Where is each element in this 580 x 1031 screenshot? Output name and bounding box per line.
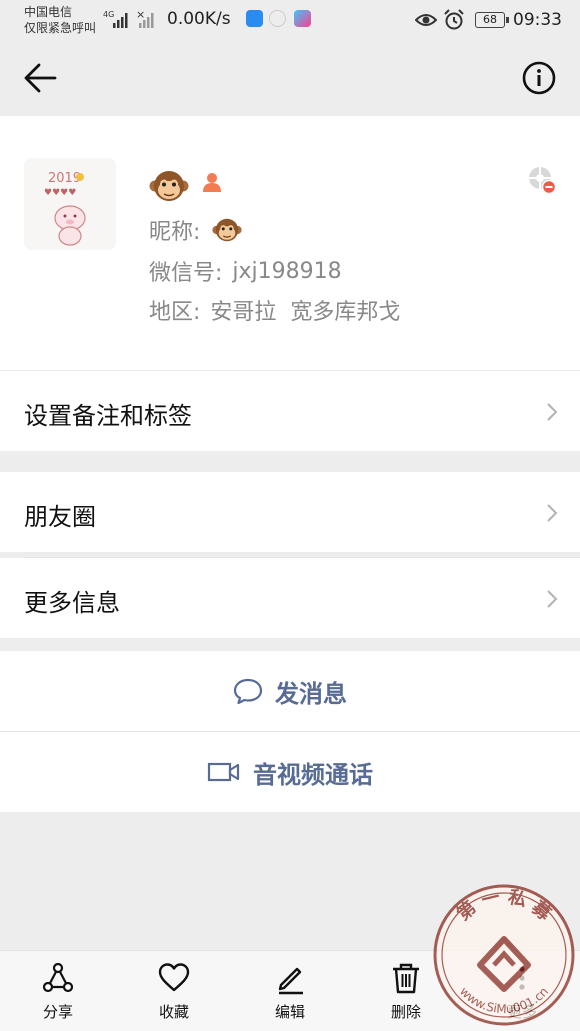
blocked-moments-icon (529, 167, 556, 194)
region-label: 地区: (149, 300, 201, 325)
share-icon (42, 962, 74, 993)
watermark-top-text: 第 一 私 募 (453, 887, 556, 926)
carrier-name: 中国电信 (24, 5, 73, 19)
battery-indicator: 68 (475, 12, 509, 28)
more-info-row[interactable]: 更多信息 (0, 558, 580, 638)
more-dots-icon (519, 966, 525, 990)
carrier-status: 仅限紧急呼叫 (24, 21, 97, 35)
status-bar: 中国电信 仅限紧急呼叫 4G × 0.00K/s 68 09:33 (0, 0, 580, 40)
svg-text:♥♥♥♥: ♥♥♥♥ (44, 188, 76, 198)
clock: 09:33 (513, 10, 562, 30)
video-camera-icon (207, 762, 240, 782)
pencil-icon (278, 967, 303, 995)
more-info-label: 更多信息 (24, 589, 120, 617)
name-row (149, 166, 223, 206)
chevron-right-icon (547, 403, 558, 421)
set-remarks-row[interactable]: 设置备注和标签 (0, 371, 580, 451)
region-value: 安哥拉 宽多库邦戈 (210, 300, 401, 325)
bottom-toolbar: 分享 收藏 编辑 删除 更多 (0, 950, 580, 1031)
avatar-image: 2019 ♥♥♥♥ (24, 158, 116, 250)
shield-app-icon (246, 10, 263, 27)
share-button[interactable]: 分享 (18, 961, 98, 1022)
favorite-label: 收藏 (158, 1003, 189, 1021)
monkey-face-icon (149, 171, 189, 201)
info-circle-icon[interactable] (521, 60, 557, 96)
delete-label: 删除 (390, 1003, 421, 1021)
svg-text:×: × (136, 9, 145, 21)
nickname-row: 昵称: (149, 214, 243, 246)
nav-bar (0, 40, 580, 116)
trash-icon (393, 963, 419, 994)
nickname-label: 昵称: (149, 220, 201, 245)
avatar[interactable]: 2019 ♥♥♥♥ (24, 158, 116, 250)
wechat-id-value: jxj198918 (232, 258, 342, 284)
eye-icon (415, 14, 437, 26)
alarm-icon (444, 9, 464, 30)
status-right: 68 09:33 (415, 8, 580, 32)
edit-label: 编辑 (274, 1003, 305, 1021)
youku-app-icon (294, 10, 311, 27)
send-message-label: 发消息 (275, 679, 347, 708)
person-badge-icon (203, 173, 221, 192)
more-button[interactable]: 更多 (482, 961, 562, 1022)
wechat-id-row: 微信号: jxj198918 (149, 255, 342, 287)
region-row: 地区: 安哥拉 宽多库邦戈 (149, 294, 400, 326)
network-type: 4G (103, 10, 114, 19)
network-speed: 0.00K/s (167, 9, 231, 29)
share-label: 分享 (42, 1003, 73, 1021)
edit-button[interactable]: 编辑 (250, 961, 330, 1022)
video-call-label: 音视频通话 (253, 760, 373, 789)
monkey-face-icon (212, 218, 243, 242)
arrow-left-icon[interactable] (22, 60, 58, 96)
chat-bubble-icon (233, 678, 263, 705)
favorite-button[interactable]: 收藏 (134, 961, 214, 1022)
moments-row[interactable]: 朋友圈 (0, 472, 580, 552)
chevron-right-icon (547, 590, 558, 608)
play-app-icon (269, 10, 286, 27)
moments-label: 朋友圈 (24, 503, 96, 531)
wechat-id-label: 微信号: (149, 261, 223, 286)
video-call-button[interactable]: 音视频通话 (0, 732, 580, 812)
svg-text:第 一 私 募: 第 一 私 募 (453, 887, 556, 926)
set-remarks-label: 设置备注和标签 (24, 402, 192, 430)
profile-card: 2019 ♥♥♥♥ 昵称: 微信号: jxj198918 地区: 安哥拉 宽多库… (0, 116, 580, 370)
chevron-right-icon (547, 504, 558, 522)
more-label: 更多 (506, 1003, 537, 1021)
svg-text:2019: 2019 (48, 171, 81, 186)
signal-icon: 4G × (103, 9, 154, 28)
heart-icon (158, 963, 190, 992)
send-message-button[interactable]: 发消息 (0, 651, 580, 731)
delete-button[interactable]: 删除 (366, 961, 446, 1022)
carrier-info: 中国电信 仅限紧急呼叫 (24, 4, 96, 36)
